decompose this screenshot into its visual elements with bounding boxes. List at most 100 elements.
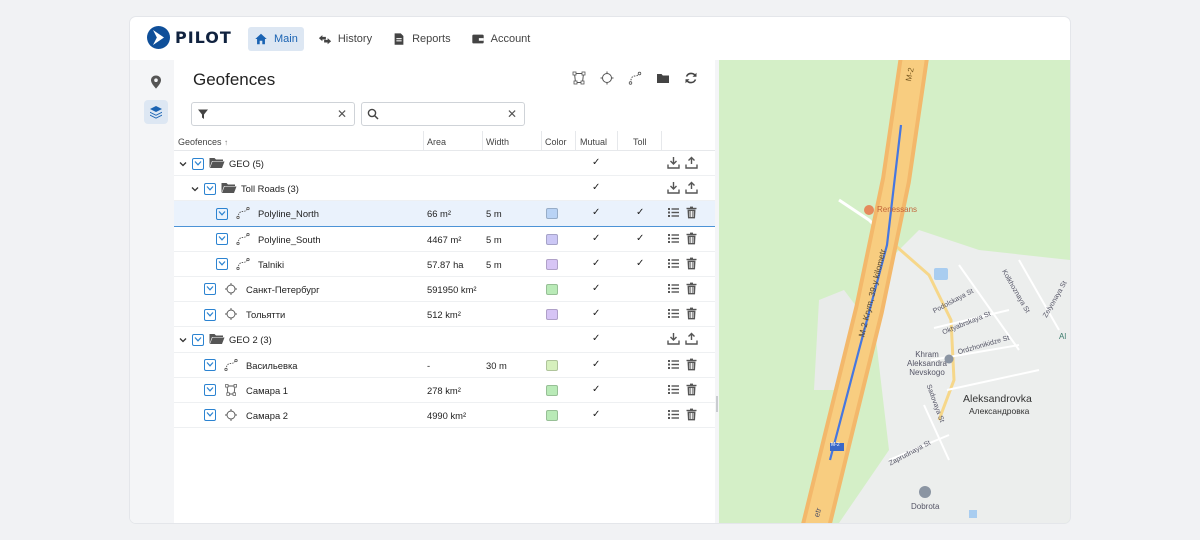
draw-circle-button[interactable] <box>599 70 615 86</box>
search-input[interactable] <box>382 104 492 124</box>
geofence-name: Polyline_South <box>258 233 321 245</box>
color-swatch[interactable] <box>546 309 558 321</box>
document-icon <box>394 33 404 45</box>
splitter-handle[interactable] <box>716 396 718 412</box>
row-checkbox[interactable] <box>204 359 216 371</box>
table-row[interactable]: Talniki 57.87 ha 5 m ✓ ✓ <box>174 252 715 277</box>
col-header-geofences[interactable]: Geofences ↑ <box>178 137 228 147</box>
row-checkbox[interactable] <box>216 258 228 271</box>
refresh-button[interactable] <box>683 70 699 86</box>
delete-button[interactable] <box>685 383 698 398</box>
filters: ✕ ✕ <box>191 102 525 126</box>
delete-button[interactable] <box>685 408 698 423</box>
main-nav: Main History Reports Account <box>248 27 536 51</box>
row-checkbox[interactable] <box>204 182 216 195</box>
nav-account[interactable]: Account <box>465 27 537 51</box>
logo[interactable]: PILOT <box>147 26 232 49</box>
nav-main[interactable]: Main <box>248 27 304 51</box>
filter-icon <box>198 109 208 119</box>
col-header-mutual[interactable]: Mutual <box>580 137 607 147</box>
map-view[interactable]: M-2 M-2 Krym, 39-y kilometr Renessans Al… <box>719 60 1070 523</box>
delete-button[interactable] <box>685 307 698 322</box>
row-checkbox[interactable] <box>204 308 216 321</box>
delete-button[interactable] <box>685 358 698 373</box>
details-button[interactable] <box>667 282 680 297</box>
refresh-icon <box>685 72 697 84</box>
import-button[interactable] <box>667 332 680 347</box>
delete-button[interactable] <box>685 257 698 272</box>
rail-objects-button[interactable] <box>144 70 168 94</box>
table-row[interactable]: Polyline_South 4467 m² 5 m ✓ ✓ <box>174 227 715 252</box>
geofence-width: 5 m <box>486 258 502 270</box>
export-button[interactable] <box>685 181 698 196</box>
details-button[interactable] <box>667 257 680 272</box>
col-header-color[interactable]: Color <box>545 137 567 147</box>
col-header-width[interactable]: Width <box>486 137 509 147</box>
row-checkbox[interactable] <box>216 207 228 220</box>
add-folder-button[interactable] <box>655 70 671 86</box>
color-swatch[interactable] <box>546 258 558 270</box>
logo-icon <box>147 26 170 49</box>
export-button[interactable] <box>685 156 698 171</box>
details-button[interactable] <box>667 307 680 322</box>
nav-reports[interactable]: Reports <box>386 27 457 51</box>
details-button[interactable] <box>667 232 680 247</box>
geofence-area: 4990 km² <box>427 409 467 421</box>
filter-input[interactable] <box>212 104 322 124</box>
import-button[interactable] <box>667 181 680 196</box>
details-button[interactable] <box>667 206 680 221</box>
draw-polyline-button[interactable] <box>627 70 643 86</box>
color-swatch[interactable] <box>546 384 558 396</box>
col-header-toll[interactable]: Toll <box>633 137 647 147</box>
row-checkbox[interactable] <box>192 157 204 170</box>
row-checkbox[interactable] <box>204 409 216 422</box>
folder-icon <box>657 74 669 83</box>
expand-chevron-icon[interactable] <box>178 159 188 169</box>
table-row[interactable]: Тольятти 512 km² ✓ <box>174 302 715 328</box>
nav-history[interactable]: History <box>312 27 378 51</box>
color-swatch[interactable] <box>546 283 558 295</box>
row-checkbox[interactable] <box>216 233 228 246</box>
geofence-area: 591950 km² <box>427 283 477 295</box>
export-button[interactable] <box>685 332 698 347</box>
mutual-check: ✓ <box>592 182 601 194</box>
clear-search-icon[interactable]: ✕ <box>507 107 517 121</box>
tree-group-row[interactable]: Toll Roads (3) ✓ <box>174 176 715 202</box>
expand-chevron-icon[interactable] <box>190 184 200 194</box>
tree-group-row[interactable]: GEO 2 (3) ✓ <box>174 327 715 353</box>
table-row[interactable]: Васильевка - 30 m ✓ <box>174 353 715 378</box>
tree-group-row[interactable]: GEO (5) ✓ <box>174 151 715 177</box>
clear-filter-icon[interactable]: ✕ <box>337 107 347 121</box>
polyline-icon <box>236 257 250 270</box>
circle-icon <box>600 71 614 85</box>
color-swatch[interactable] <box>546 208 558 220</box>
row-checkbox[interactable] <box>204 283 216 296</box>
row-checkbox[interactable] <box>204 384 216 397</box>
expand-chevron-icon[interactable] <box>178 335 188 345</box>
details-button[interactable] <box>667 358 680 373</box>
mutual-check: ✓ <box>592 207 601 219</box>
delete-button[interactable] <box>685 206 698 221</box>
color-swatch[interactable] <box>546 409 558 421</box>
import-button[interactable] <box>667 156 680 171</box>
geofence-area: 512 km² <box>427 309 461 321</box>
delete-button[interactable] <box>685 282 698 297</box>
draw-polygon-button[interactable] <box>571 70 587 86</box>
row-checkbox[interactable] <box>192 333 204 346</box>
geofence-name: Polyline_North <box>258 208 319 220</box>
delete-button[interactable] <box>685 232 698 247</box>
table-row[interactable]: Санкт-Петербург 591950 km² ✓ <box>174 277 715 303</box>
search-icon <box>367 108 379 120</box>
col-header-area[interactable]: Area <box>427 137 446 147</box>
table-row[interactable]: Polyline_North 66 m² 5 m ✓ ✓ <box>174 201 715 227</box>
table-row[interactable]: Самара 1 278 km² ✓ <box>174 378 715 403</box>
details-button[interactable] <box>667 408 680 423</box>
rail-geofences-button[interactable] <box>144 100 168 124</box>
nav-main-label: Main <box>274 33 298 45</box>
color-swatch[interactable] <box>546 233 558 245</box>
sort-ascending-icon: ↑ <box>224 138 229 147</box>
map-road-shield: M-2 <box>831 442 840 448</box>
color-swatch[interactable] <box>546 359 558 371</box>
details-button[interactable] <box>667 383 680 398</box>
table-row[interactable]: Самара 2 4990 km² ✓ <box>174 403 715 429</box>
